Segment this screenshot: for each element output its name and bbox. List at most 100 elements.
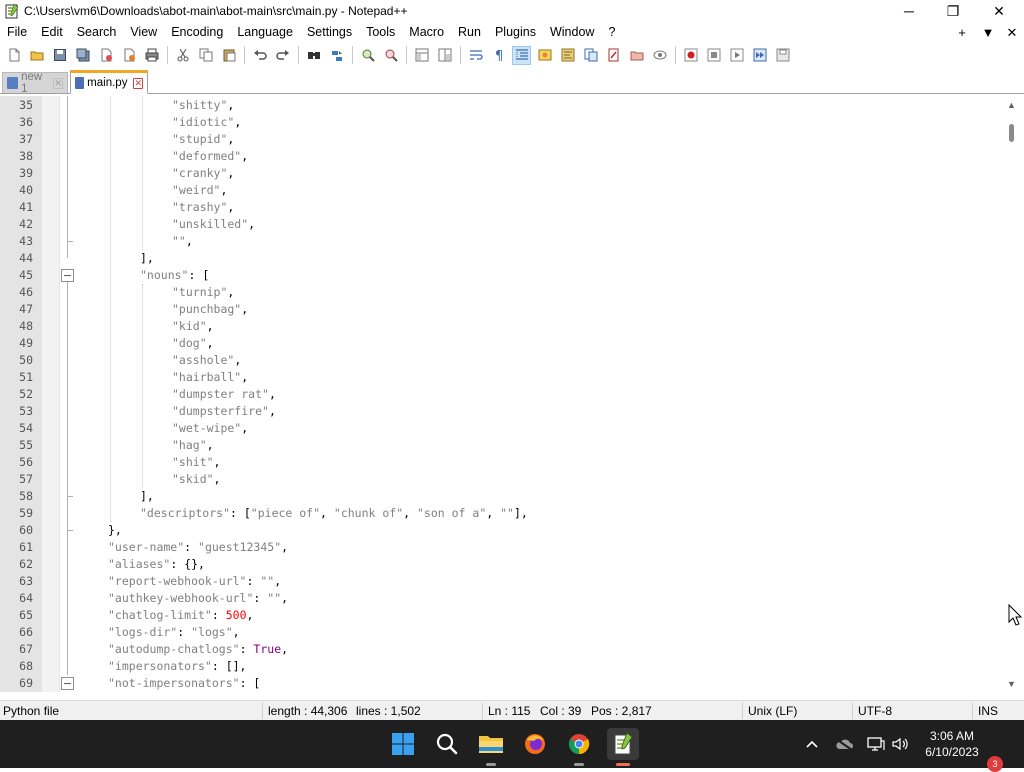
close-document-button[interactable]: ✕ <box>1000 22 1024 43</box>
menu-macro[interactable]: Macro <box>402 22 451 43</box>
string-token: "chunk of" <box>333 506 404 520</box>
zoom-out-icon[interactable] <box>381 46 400 65</box>
notepadpp-icon[interactable] <box>607 728 639 766</box>
fold-collapse-icon[interactable] <box>61 677 74 690</box>
punctuation-token: ], <box>140 251 154 265</box>
sync-vertical-icon[interactable] <box>412 46 431 65</box>
menu-language[interactable]: Language <box>230 22 300 43</box>
document-map-icon[interactable] <box>558 46 577 65</box>
fold-line <box>67 282 68 675</box>
scrollbar-thumb[interactable] <box>1009 124 1014 142</box>
menu-search[interactable]: Search <box>70 22 124 43</box>
line-number: 55 <box>19 438 33 452</box>
save-all-icon[interactable] <box>73 46 92 65</box>
new-tab-plus-button[interactable]: + <box>950 22 974 43</box>
start-icon[interactable] <box>387 728 419 760</box>
line-number: 38 <box>19 149 33 163</box>
volume-icon[interactable] <box>889 734 911 754</box>
onedrive-icon[interactable] <box>833 734 855 754</box>
scroll-down-arrow-icon[interactable]: ▼ <box>1006 678 1017 689</box>
menu-tools[interactable]: Tools <box>359 22 402 43</box>
find-icon[interactable] <box>304 46 323 65</box>
sync-horizontal-icon[interactable] <box>435 46 454 65</box>
menu-encoding[interactable]: Encoding <box>164 22 230 43</box>
code-text: "autodump-chatlogs": True, <box>108 641 288 658</box>
menu-plugins[interactable]: Plugins <box>488 22 543 43</box>
menu-file[interactable]: File <box>0 22 34 43</box>
svg-text:¶: ¶ <box>495 49 503 62</box>
code-text: "authkey-webhook-url": "", <box>108 590 288 607</box>
function-list-icon[interactable] <box>581 46 600 65</box>
tab-list-dropdown-button[interactable]: ▼ <box>976 22 1000 43</box>
code-editor[interactable]: 35 "shitty", 36 "idiotic", 37 "stupid", 38 "def… <box>0 96 1008 692</box>
zoom-in-icon[interactable] <box>358 46 377 65</box>
system-clock[interactable]: 3:06 AM 6/10/2023 <box>916 728 988 760</box>
chrome-icon[interactable] <box>563 728 595 766</box>
record-macro-icon[interactable] <box>681 46 700 65</box>
file-explorer-icon[interactable] <box>475 728 507 766</box>
close-icon[interactable] <box>96 46 115 65</box>
keyword-token: True <box>253 642 282 656</box>
status-encoding[interactable]: UTF-8 <box>858 701 892 721</box>
menu-help[interactable]: ? <box>601 22 622 43</box>
fold-end-marker <box>67 530 73 531</box>
stop-macro-icon[interactable] <box>704 46 723 65</box>
code-text: "cranky", <box>172 165 234 182</box>
run-macro-multiple-icon[interactable] <box>750 46 769 65</box>
notification-badge[interactable]: 3 <box>987 756 1003 772</box>
open-file-icon[interactable] <box>27 46 46 65</box>
punctuation-token: , <box>227 285 235 299</box>
tab-close-icon[interactable]: ✕ <box>53 77 63 89</box>
tab-main-py[interactable]: main.py ✕ <box>70 70 148 94</box>
search-icon[interactable] <box>431 728 463 760</box>
monitoring-icon[interactable] <box>650 46 669 65</box>
undo-icon[interactable] <box>250 46 269 65</box>
tab-new-1[interactable]: new 1 ✕ <box>2 71 68 95</box>
menu-view[interactable]: View <box>123 22 164 43</box>
line-number: 48 <box>19 319 33 333</box>
menu-settings[interactable]: Settings <box>300 22 359 43</box>
code-line: 54 "wet-wipe", <box>0 420 1008 437</box>
firefox-icon[interactable] <box>519 728 551 760</box>
replace-icon[interactable] <box>327 46 346 65</box>
punctuation-token: : [ <box>239 676 261 690</box>
close-all-icon[interactable] <box>119 46 138 65</box>
maximize-button[interactable]: ❐ <box>930 0 976 22</box>
play-macro-icon[interactable] <box>727 46 746 65</box>
cut-icon[interactable] <box>173 46 192 65</box>
status-insert-mode[interactable]: INS <box>978 701 998 721</box>
punctuation-token: , <box>241 370 249 384</box>
word-wrap-icon[interactable] <box>466 46 485 65</box>
fold-collapse-icon[interactable] <box>61 269 74 282</box>
code-line: 36 "idiotic", <box>0 114 1008 131</box>
paste-icon[interactable] <box>219 46 238 65</box>
menu-window[interactable]: Window <box>543 22 601 43</box>
string-token: "weird" <box>172 183 221 197</box>
print-icon[interactable] <box>142 46 161 65</box>
network-icon[interactable] <box>865 734 887 754</box>
doc-list-icon[interactable] <box>627 46 646 65</box>
scroll-up-arrow-icon[interactable]: ▲ <box>1006 99 1017 110</box>
minimize-button[interactable]: ─ <box>886 0 932 22</box>
vertical-scrollbar[interactable]: ▲ ▼ <box>1003 96 1020 692</box>
string-token: "logs-dir" <box>108 625 178 639</box>
save-icon[interactable] <box>50 46 69 65</box>
indent-guide-icon[interactable] <box>512 45 531 65</box>
title-bar: C:\Users\vm6\Downloads\abot-main\abot-ma… <box>0 0 1024 22</box>
string-token: "piece of" <box>250 506 321 520</box>
close-button[interactable]: ✕ <box>976 0 1022 22</box>
folder-workspace-icon[interactable] <box>604 46 623 65</box>
save-macro-icon[interactable] <box>773 46 792 65</box>
tab-close-icon[interactable]: ✕ <box>133 77 143 89</box>
status-eol[interactable]: Unix (LF) <box>748 701 797 721</box>
redo-icon[interactable] <box>273 46 292 65</box>
show-all-chars-icon[interactable]: ¶ <box>489 46 508 65</box>
copy-icon[interactable] <box>196 46 215 65</box>
menu-edit[interactable]: Edit <box>34 22 70 43</box>
menu-run[interactable]: Run <box>451 22 488 43</box>
user-language-icon[interactable] <box>535 46 554 65</box>
string-token: "impersonators" <box>108 659 212 673</box>
chevron-up-icon[interactable] <box>801 734 823 754</box>
line-number: 50 <box>19 353 33 367</box>
new-file-icon[interactable] <box>4 46 23 65</box>
